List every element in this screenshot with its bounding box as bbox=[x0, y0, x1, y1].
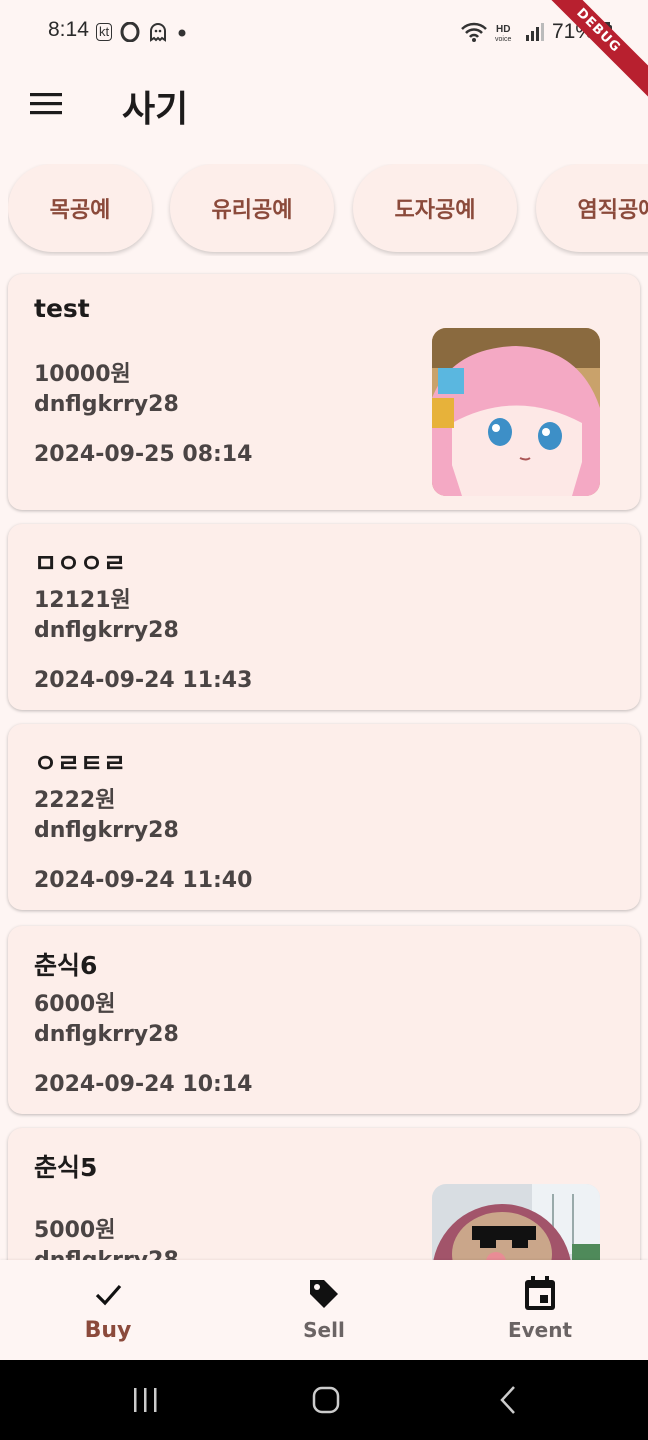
post-price: 2222원 bbox=[34, 788, 116, 813]
post-date: 2024-09-24 11:43 bbox=[34, 668, 253, 693]
hd-voice-icon: HDvoice bbox=[495, 24, 511, 43]
nav-label-sell: Sell bbox=[303, 1318, 345, 1342]
recent-apps-icon bbox=[134, 1388, 157, 1412]
post-title: ㅇㄹㅌㄹ bbox=[34, 749, 127, 778]
post-card[interactable]: ㅇㄹㅌㄹ 2222원 dnflgkrry28 2024-09-24 11:40 bbox=[8, 724, 640, 910]
wifi-icon bbox=[461, 22, 487, 42]
nav-label-event: Event bbox=[507, 1318, 573, 1342]
post-title: test bbox=[34, 294, 90, 323]
post-card[interactable]: 춘식5 5000원 dnflgkrry28 bbox=[8, 1128, 640, 1260]
post-list[interactable]: test 10000원 dnflgkrry28 2024-09-25 08:14 bbox=[0, 262, 648, 1260]
post-author: dnflgkrry28 bbox=[34, 1248, 179, 1260]
category-chip-textile[interactable]: 염직공예 bbox=[536, 164, 648, 252]
post-date: 2024-09-24 10:14 bbox=[34, 1072, 253, 1097]
status-time: 8:14 bbox=[48, 18, 89, 41]
post-thumbnail bbox=[432, 1184, 600, 1260]
status-bar: 8:14 kt HD voice 71% DEBUG bbox=[0, 0, 648, 110]
nav-item-sell[interactable]: Sell bbox=[216, 1260, 432, 1360]
menu-icon[interactable] bbox=[30, 90, 64, 118]
system-navigation-bar bbox=[0, 1360, 648, 1440]
recent-apps-button[interactable] bbox=[116, 1380, 176, 1420]
ghost-icon bbox=[150, 23, 167, 42]
status-notification-icons: kt bbox=[96, 22, 188, 42]
post-title: 춘식6 bbox=[34, 951, 98, 980]
category-chip-wood[interactable]: 목공예 bbox=[8, 164, 152, 252]
app-bar: 사기 bbox=[0, 64, 648, 144]
post-card[interactable]: test 10000원 dnflgkrry28 2024-09-25 08:14 bbox=[8, 274, 640, 510]
post-author: dnflgkrry28 bbox=[34, 1022, 179, 1047]
opera-icon bbox=[120, 22, 140, 42]
svg-text:HD: HD bbox=[496, 24, 510, 35]
category-chips: 목공예 유리공예 도자공예 염직공예 bbox=[8, 164, 648, 256]
dot-icon bbox=[178, 29, 186, 37]
back-button[interactable] bbox=[478, 1380, 538, 1420]
bottom-navigation: Buy Sell Event bbox=[0, 1260, 648, 1360]
post-card[interactable]: ㅁㅇㅇㄹ 12121원 dnflgkrry28 2024-09-24 11:43 bbox=[8, 524, 640, 710]
post-price: 6000원 bbox=[34, 992, 116, 1017]
post-author: dnflgkrry28 bbox=[34, 618, 179, 643]
category-chip-ceramic[interactable]: 도자공예 bbox=[353, 164, 517, 252]
category-chip-glass[interactable]: 유리공예 bbox=[170, 164, 334, 252]
nav-label-buy: Buy bbox=[84, 1318, 132, 1343]
home-icon bbox=[312, 1386, 340, 1414]
nav-item-buy[interactable]: Buy bbox=[0, 1260, 216, 1360]
post-thumbnail bbox=[432, 328, 600, 496]
post-card[interactable]: 춘식6 6000원 dnflgkrry28 2024-09-24 10:14 bbox=[8, 926, 640, 1114]
back-icon bbox=[500, 1386, 515, 1414]
post-price: 12121원 bbox=[34, 588, 131, 613]
post-author: dnflgkrry28 bbox=[34, 392, 179, 417]
nav-item-event[interactable]: Event bbox=[432, 1260, 648, 1360]
calendar-icon bbox=[525, 1276, 555, 1310]
post-date: 2024-09-25 08:14 bbox=[34, 442, 253, 467]
post-author: dnflgkrry28 bbox=[34, 818, 179, 843]
post-title: 춘식5 bbox=[34, 1153, 98, 1182]
post-price: 10000원 bbox=[34, 362, 131, 387]
page-title: 사기 bbox=[122, 89, 189, 130]
carrier-badge: kt bbox=[96, 23, 113, 41]
signal-icon bbox=[526, 23, 544, 41]
tag-icon bbox=[310, 1280, 338, 1308]
svg-text:voice: voice bbox=[495, 36, 511, 43]
post-title: ㅁㅇㅇㄹ bbox=[34, 549, 127, 578]
check-icon bbox=[95, 1284, 122, 1306]
post-date: 2024-09-24 11:40 bbox=[34, 868, 253, 893]
post-price: 5000원 bbox=[34, 1218, 116, 1243]
home-button[interactable] bbox=[296, 1380, 356, 1420]
